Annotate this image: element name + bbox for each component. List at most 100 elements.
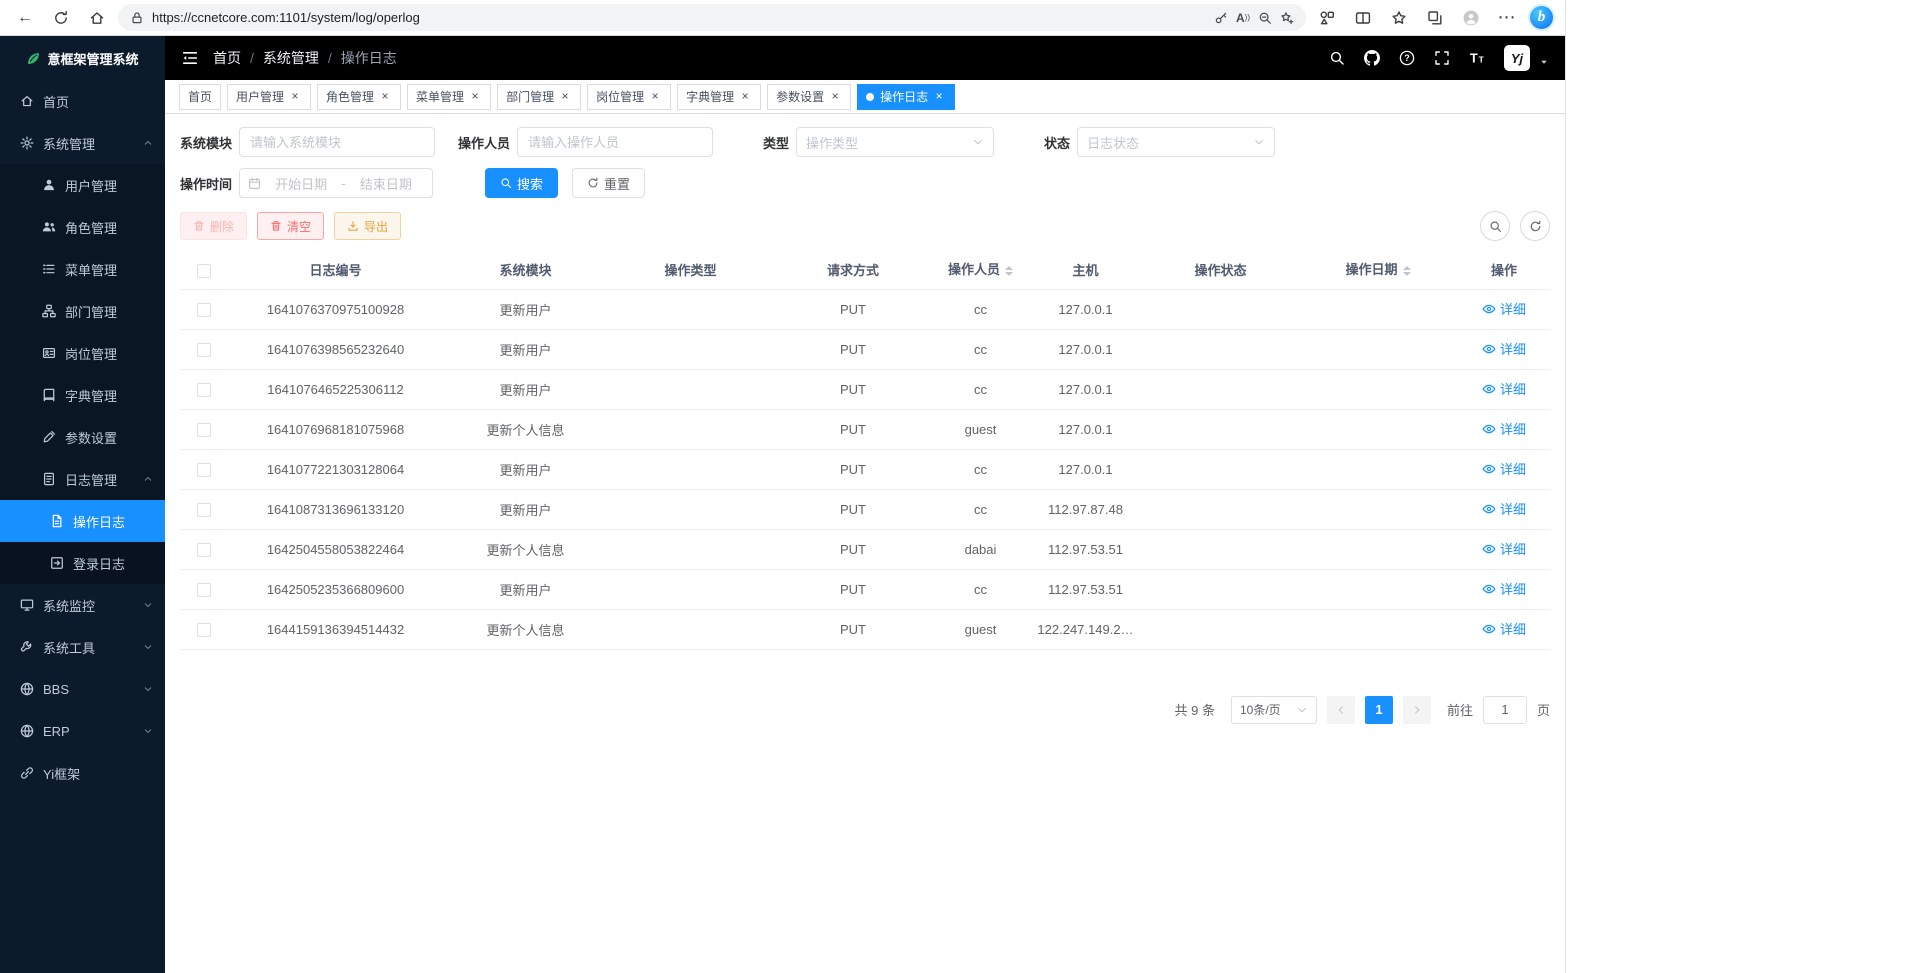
row-checkbox[interactable]: [197, 503, 211, 517]
sidebar-item[interactable]: 角色管理: [0, 206, 165, 248]
tab[interactable]: 首页: [179, 84, 221, 110]
browser-essentials-icon[interactable]: [1312, 4, 1342, 32]
sidebar-item[interactable]: 参数设置: [0, 416, 165, 458]
close-icon[interactable]: ×: [288, 90, 302, 104]
breadcrumb-item[interactable]: 系统管理: [263, 48, 319, 68]
favorites-icon[interactable]: [1384, 4, 1414, 32]
row-checkbox[interactable]: [197, 543, 211, 557]
sidebar-item[interactable]: 菜单管理: [0, 248, 165, 290]
profile-avatar-icon[interactable]: [1456, 4, 1486, 32]
tab[interactable]: 角色管理×: [317, 84, 401, 110]
close-icon[interactable]: ×: [828, 90, 842, 104]
tab[interactable]: 菜单管理×: [407, 84, 491, 110]
address-bar[interactable]: https://ccnetcore.com:1101/system/log/op…: [118, 4, 1306, 31]
sort-icon[interactable]: [1403, 262, 1411, 280]
fullscreen-icon[interactable]: [1434, 50, 1450, 66]
date-range-picker[interactable]: 开始日期 - 结束日期: [239, 168, 433, 198]
tab[interactable]: 用户管理×: [227, 84, 311, 110]
sidebar-item[interactable]: BBS: [0, 668, 165, 710]
type-select[interactable]: 操作类型: [796, 127, 994, 157]
breadcrumb-item[interactable]: 操作日志: [341, 48, 397, 68]
split-screen-icon[interactable]: [1348, 4, 1378, 32]
more-icon[interactable]: ⋯: [1492, 4, 1522, 32]
sidebar-item[interactable]: 系统监控: [0, 584, 165, 626]
reload-icon[interactable]: [46, 4, 76, 32]
search-button[interactable]: 搜索: [485, 168, 558, 198]
github-icon[interactable]: [1364, 50, 1380, 66]
close-icon[interactable]: ×: [558, 90, 572, 104]
row-checkbox[interactable]: [197, 303, 211, 317]
sidebar-item[interactable]: ERP: [0, 710, 165, 752]
tab[interactable]: 岗位管理×: [587, 84, 671, 110]
sidebar-item[interactable]: 用户管理: [0, 164, 165, 206]
close-icon[interactable]: ×: [648, 90, 662, 104]
back-icon[interactable]: ←: [10, 4, 40, 32]
clear-button[interactable]: 清空: [257, 212, 324, 240]
collections-icon[interactable]: [1420, 4, 1450, 32]
detail-link[interactable]: 详细: [1482, 379, 1526, 398]
sidebar-item[interactable]: 首页: [0, 80, 165, 122]
current-page-button[interactable]: 1: [1365, 696, 1393, 724]
operator-input[interactable]: [517, 127, 713, 157]
start-date-placeholder[interactable]: 开始日期: [263, 174, 339, 193]
reset-button[interactable]: 重置: [572, 168, 645, 198]
close-icon[interactable]: ×: [378, 90, 392, 104]
url-text[interactable]: https://ccnetcore.com:1101/system/log/op…: [152, 10, 1206, 25]
font-size-icon[interactable]: TT: [1469, 50, 1485, 66]
sidebar-item[interactable]: 登录日志: [0, 542, 165, 584]
row-checkbox[interactable]: [197, 623, 211, 637]
end-date-placeholder[interactable]: 结束日期: [348, 174, 424, 193]
sidebar-item[interactable]: 系统管理: [0, 122, 165, 164]
detail-link[interactable]: 详细: [1482, 539, 1526, 558]
prev-page-button[interactable]: [1327, 696, 1355, 724]
detail-link[interactable]: 详细: [1482, 459, 1526, 478]
toggle-search-button[interactable]: [1480, 211, 1510, 241]
delete-button[interactable]: 删除: [180, 212, 247, 240]
next-page-button[interactable]: [1403, 696, 1431, 724]
sidebar-item[interactable]: 部门管理: [0, 290, 165, 332]
detail-link[interactable]: 详细: [1482, 499, 1526, 518]
export-button[interactable]: 导出: [334, 212, 401, 240]
page-size-select[interactable]: 10条/页: [1231, 696, 1317, 724]
bing-icon[interactable]: b: [1528, 4, 1555, 31]
row-checkbox[interactable]: [197, 383, 211, 397]
user-avatar[interactable]: Yj: [1504, 45, 1530, 71]
sidebar-item[interactable]: 字典管理: [0, 374, 165, 416]
detail-link[interactable]: 详细: [1482, 299, 1526, 318]
detail-link[interactable]: 详细: [1482, 579, 1526, 598]
read-aloud-icon[interactable]: A)): [1236, 11, 1250, 25]
help-icon[interactable]: ?: [1399, 50, 1415, 66]
sidebar-item[interactable]: 操作日志: [0, 500, 165, 542]
browser-home-icon[interactable]: [82, 4, 112, 32]
refresh-table-button[interactable]: [1520, 211, 1550, 241]
row-checkbox[interactable]: [197, 423, 211, 437]
sort-icon[interactable]: [1005, 262, 1013, 280]
sidebar-item[interactable]: Yi框架: [0, 752, 165, 794]
tab[interactable]: 参数设置×: [767, 84, 851, 110]
tab[interactable]: 操作日志×: [857, 84, 955, 110]
tab[interactable]: 字典管理×: [677, 84, 761, 110]
sidebar-item[interactable]: 日志管理: [0, 458, 165, 500]
password-key-icon[interactable]: [1214, 11, 1228, 25]
column-header[interactable]: 操作人员: [933, 251, 1028, 289]
detail-link[interactable]: 详细: [1482, 619, 1526, 638]
module-input[interactable]: [239, 127, 435, 157]
zoom-out-icon[interactable]: [1258, 11, 1272, 25]
add-favorite-icon[interactable]: [1280, 11, 1294, 25]
detail-link[interactable]: 详细: [1482, 419, 1526, 438]
detail-link[interactable]: 详细: [1482, 339, 1526, 358]
row-checkbox[interactable]: [197, 463, 211, 477]
caret-down-icon[interactable]: [1539, 57, 1549, 67]
close-icon[interactable]: ×: [932, 90, 946, 104]
menu-fold-icon[interactable]: [181, 49, 199, 67]
row-checkbox[interactable]: [197, 343, 211, 357]
select-all-checkbox[interactable]: [197, 264, 211, 278]
status-select[interactable]: 日志状态: [1077, 127, 1275, 157]
sidebar-item[interactable]: 岗位管理: [0, 332, 165, 374]
search-icon[interactable]: [1329, 50, 1345, 66]
row-checkbox[interactable]: [197, 583, 211, 597]
goto-page-input[interactable]: [1483, 696, 1527, 724]
close-icon[interactable]: ×: [738, 90, 752, 104]
column-header[interactable]: 操作日期: [1298, 251, 1458, 289]
breadcrumb-item[interactable]: 首页: [213, 48, 241, 68]
